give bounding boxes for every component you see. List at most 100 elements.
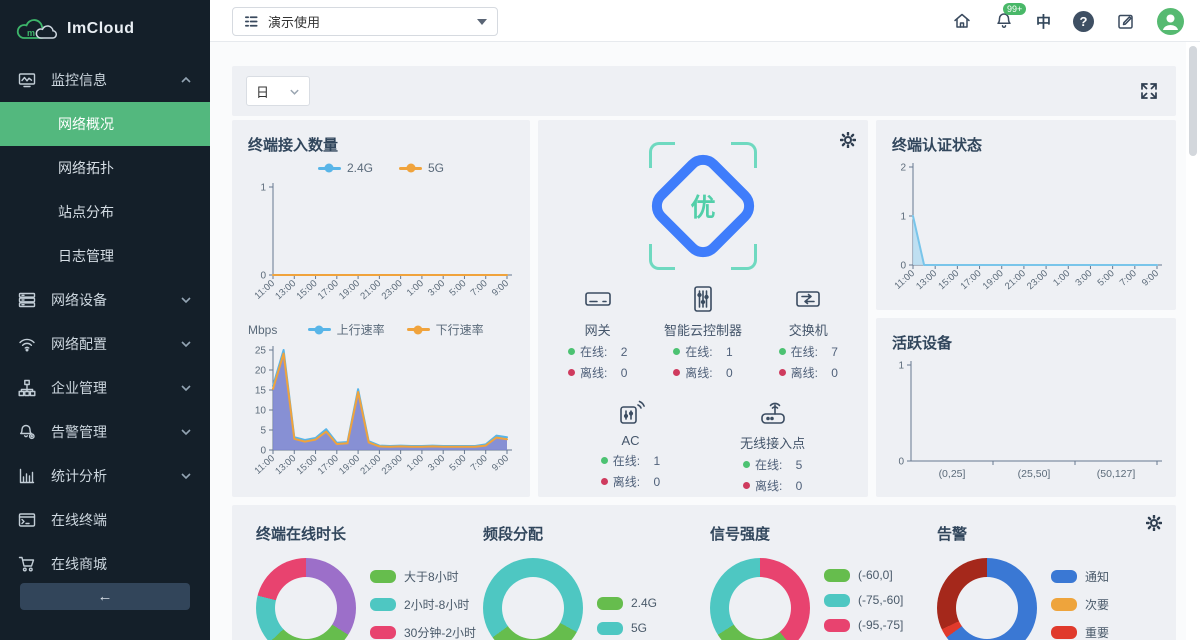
chevron-down-icon (180, 294, 192, 306)
legend-item[interactable]: 次要 (1051, 596, 1109, 613)
notifications-button[interactable]: 99+ (994, 11, 1014, 31)
svg-text:25: 25 (255, 346, 267, 357)
sidebar-collapse-button[interactable]: ← (20, 583, 190, 610)
fullscreen-icon (1140, 82, 1158, 100)
svg-text:21:00: 21:00 (358, 278, 383, 302)
signal-strength-column: 信号强度 (-60,0] (-75,-60] (-95,-75] (704, 523, 931, 640)
org-chart-icon (18, 379, 36, 397)
legend-item[interactable]: 5G (597, 621, 657, 635)
svg-text:(50,127]: (50,127] (1097, 468, 1136, 480)
sidebar-item-enterprise[interactable]: 企业管理 (0, 366, 210, 410)
server-icon (18, 291, 36, 309)
svg-text:5:00: 5:00 (447, 278, 468, 299)
time-range-value: 日 (256, 82, 269, 101)
caret-down-icon (477, 19, 487, 25)
svg-text:11:00: 11:00 (252, 278, 277, 302)
sidebar-item-network-devices[interactable]: 网络设备 (0, 278, 210, 322)
sidebar-item-site-distribution[interactable]: 站点分布 (0, 190, 210, 234)
svg-text:7:00: 7:00 (469, 278, 490, 299)
legend-item[interactable]: 重要 (1051, 624, 1109, 640)
language-button[interactable]: 中 (1036, 11, 1051, 32)
svg-text:20: 20 (255, 366, 267, 377)
svg-text:(0,25]: (0,25] (939, 468, 966, 480)
wireless-ap-icon (757, 397, 789, 427)
svg-text:9:00: 9:00 (490, 278, 511, 299)
svg-text:19:00: 19:00 (981, 268, 1006, 292)
cloud-controller-icon (687, 284, 719, 314)
donut-legend: 通知 次要 重要 (1051, 568, 1109, 640)
legend-item[interactable]: 2.4G (597, 596, 657, 610)
panel-settings-button[interactable] (1146, 515, 1162, 536)
offline-dot (601, 478, 608, 485)
legend-item[interactable]: 下行速率 (407, 321, 484, 338)
auth-status-panel: 终端认证状态 01211:0013:0015:0017:0019:0021:00… (876, 120, 1176, 310)
sidebar-item-network-config[interactable]: 网络配置 (0, 322, 210, 366)
sidebar-item-online-mall[interactable]: 在线商城 (0, 542, 210, 586)
time-range-select[interactable]: 日 (246, 76, 310, 106)
user-avatar[interactable] (1157, 8, 1184, 35)
panel-settings-button[interactable] (840, 132, 856, 153)
offline-dot (673, 369, 680, 376)
sidebar-item-statistics[interactable]: 统计分析 (0, 454, 210, 498)
legend-item[interactable]: (-60,0] (824, 568, 903, 582)
sidebar: m ImCloud 监控信息 网络概况 网络拓扑 站点分布 日志管理 (0, 0, 210, 640)
sidebar-item-network-topology[interactable]: 网络拓扑 (0, 146, 210, 190)
topbar-actions: 99+ 中 ? (952, 0, 1184, 42)
online-dot (779, 348, 786, 355)
legend-item[interactable]: 通知 (1051, 568, 1109, 585)
svg-text:15:00: 15:00 (295, 453, 320, 477)
offline-dot (779, 369, 786, 376)
chevron-up-icon (180, 74, 192, 86)
legend-item[interactable]: 2小时-8小时 (370, 596, 476, 613)
corner-bracket-icon (649, 244, 675, 270)
legend-item[interactable]: 大于8小时 (370, 568, 476, 585)
sidebar-item-log-management[interactable]: 日志管理 (0, 234, 210, 278)
topbar: 演示使用 99+ 中 ? (210, 0, 1200, 42)
svg-text:3:00: 3:00 (426, 278, 447, 299)
online-dot (568, 348, 575, 355)
health-grade-indicator: 优 (618, 142, 788, 270)
help-button[interactable]: ? (1073, 11, 1094, 32)
speed-chart: 051015202511:0013:0015:0017:0019:0021:00… (245, 340, 517, 492)
legend-item[interactable]: (-95,-75] (824, 618, 903, 632)
sidebar-item-network-overview[interactable]: 网络概况 (0, 102, 210, 146)
sidebar-item-online-terminal[interactable]: 在线终端 (0, 498, 210, 542)
legend-item[interactable]: 上行速率 (308, 321, 385, 338)
person-icon (1157, 8, 1184, 35)
question-icon: ? (1080, 14, 1088, 29)
sidebar-item-monitor[interactable]: 监控信息 (0, 58, 210, 102)
scope-select[interactable]: 演示使用 (232, 7, 498, 36)
signal-strength-donut (710, 558, 810, 640)
toolbar: 日 (232, 66, 1176, 116)
svg-text:9:00: 9:00 (1140, 268, 1161, 289)
band-allocation-donut (483, 558, 583, 640)
svg-text:17:00: 17:00 (959, 268, 984, 292)
fullscreen-button[interactable] (1140, 82, 1158, 105)
legend-item[interactable]: (-75,-60] (824, 593, 903, 607)
scrollbar[interactable] (1186, 42, 1200, 640)
legend-swatch (399, 167, 422, 170)
corner-bracket-icon (731, 142, 757, 168)
scrollbar-thumb[interactable] (1189, 46, 1197, 156)
offline-dot (568, 369, 575, 376)
svg-text:10: 10 (255, 406, 267, 417)
alarm-bell-icon (18, 423, 36, 441)
band-allocation-column: 频段分配 2.4G 5G (477, 523, 704, 640)
home-icon (952, 11, 972, 31)
y-axis-unit: Mbps (248, 323, 277, 337)
legend-item[interactable]: 2.4G (318, 161, 373, 175)
chevron-down-icon (180, 338, 192, 350)
wifi-icon (18, 335, 36, 353)
brand-logo[interactable]: m ImCloud (0, 0, 210, 58)
dashboard: m ImCloud 监控信息 网络概况 网络拓扑 站点分布 日志管理 (0, 0, 1200, 640)
legend-item[interactable]: 30分钟-2小时 (370, 624, 476, 640)
feedback-button[interactable] (1116, 12, 1135, 31)
sidebar-item-alarm-management[interactable]: 告警管理 (0, 410, 210, 454)
legend-item[interactable]: 5G (399, 161, 444, 175)
home-button[interactable] (952, 11, 972, 31)
svg-text:3:00: 3:00 (426, 453, 447, 474)
device-status-gateway: 网关 在线: 2 离线: 0 (568, 284, 627, 381)
svg-text:21:00: 21:00 (358, 453, 383, 477)
active-devices-chart: 01(0,25](25,50](50,127] (885, 355, 1167, 487)
svg-text:23:00: 23:00 (380, 278, 405, 302)
